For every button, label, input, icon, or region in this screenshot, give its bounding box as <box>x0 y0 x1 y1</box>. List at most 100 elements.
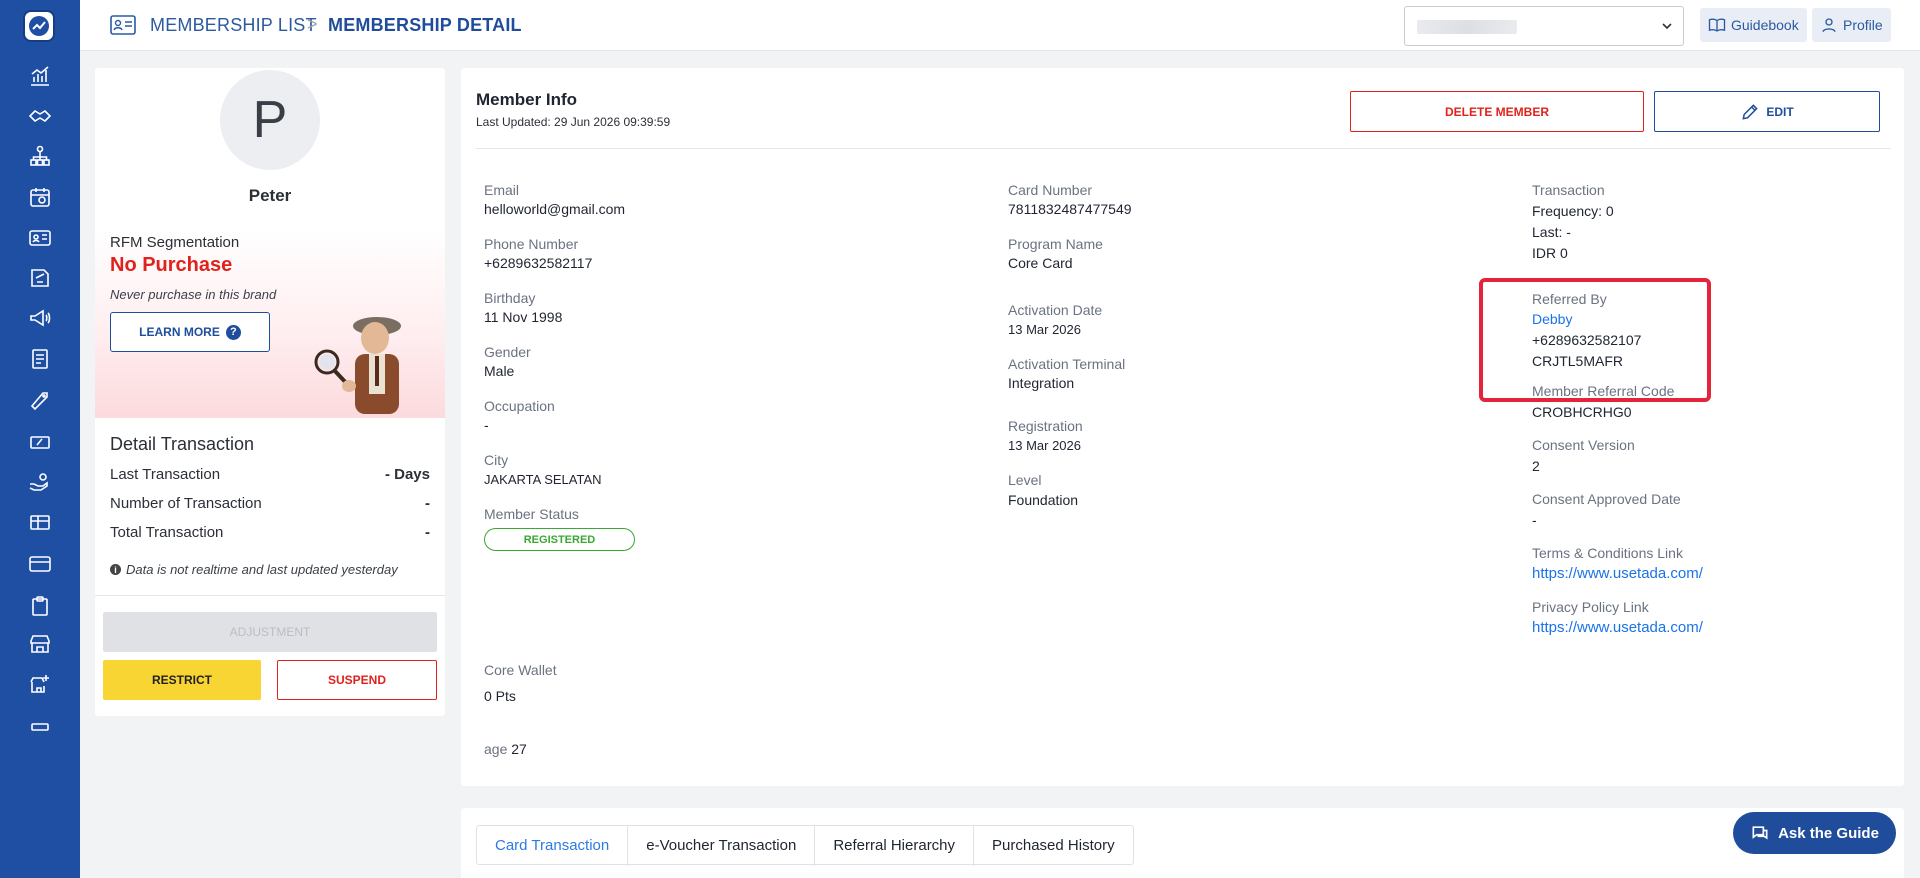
profile-button[interactable]: Profile <box>1812 8 1891 42</box>
detective-illustration <box>314 317 401 414</box>
membership-card-icon <box>110 15 136 35</box>
profile-label: Profile <box>1843 17 1883 33</box>
learn-more-button[interactable]: LEARN MORE ? <box>110 312 270 352</box>
ask-the-guide-button[interactable]: Ask the Guide <box>1733 812 1896 854</box>
edit-button[interactable]: EDIT <box>1654 91 1880 132</box>
transaction-idr: IDR 0 <box>1532 245 1568 261</box>
transaction-frequency: Frequency: 0 <box>1532 203 1614 219</box>
registration-value: 13 Mar 2026 <box>1008 438 1081 453</box>
guidebook-label: Guidebook <box>1731 17 1799 33</box>
member-info-title: Member Info <box>476 90 578 109</box>
program-name-label: Program Name <box>1008 236 1103 252</box>
gender-value: Male <box>484 363 515 379</box>
gift-card-icon[interactable] <box>26 508 54 536</box>
email-value: helloworld@gmail.com <box>484 201 626 217</box>
breadcrumb-membership-list[interactable]: MEMBERSHIP LIST <box>150 15 317 36</box>
tab-referral-hierarchy[interactable]: Referral Hierarchy <box>815 826 975 866</box>
occupation-label: Occupation <box>484 398 555 414</box>
document-icon[interactable] <box>26 345 54 373</box>
terms-link[interactable]: https://www.usetada.com/ <box>1532 565 1703 582</box>
detail-row-total-transaction: Total Transaction - <box>110 524 430 541</box>
learn-more-label: LEARN MORE <box>139 325 220 339</box>
delete-member-button[interactable]: DELETE MEMBER <box>1350 91 1644 132</box>
transaction-last: Last: - <box>1532 224 1571 240</box>
realtime-note-text: Data is not realtime and last updated ye… <box>126 562 398 577</box>
tab-e-voucher-transaction[interactable]: e-Voucher Transaction <box>628 826 816 866</box>
handshake-icon[interactable] <box>26 102 54 130</box>
member-name: Peter <box>248 186 292 205</box>
core-wallet-value: 0 Pts <box>484 688 516 704</box>
phone-label: Phone Number <box>484 236 579 252</box>
tab-bar: Card Transaction e-Voucher Transaction R… <box>476 825 1134 866</box>
city-label: City <box>484 452 509 468</box>
card-number-value: 7811832487477549 <box>1008 201 1132 217</box>
activation-terminal-value: Integration <box>1008 375 1075 391</box>
ask-the-guide-label: Ask the Guide <box>1778 824 1879 842</box>
credit-card-icon[interactable] <box>26 550 54 578</box>
store-icon[interactable] <box>26 630 54 658</box>
clipboard-icon[interactable] <box>26 592 54 620</box>
app-logo[interactable] <box>23 10 55 42</box>
referred-by-phone: +6289632582107 <box>1532 332 1642 348</box>
privacy-link[interactable]: https://www.usetada.com/ <box>1532 619 1703 636</box>
core-wallet-label: Core Wallet <box>484 662 557 678</box>
question-icon: ? <box>225 324 241 340</box>
restrict-button[interactable]: RESTRICT <box>103 660 261 700</box>
more-icon[interactable] <box>26 710 54 738</box>
privacy-link-label: Privacy Policy Link <box>1532 599 1649 615</box>
realtime-note: i Data is not realtime and last updated … <box>110 562 398 577</box>
brand-select[interactable] <box>1404 6 1684 46</box>
suspend-button[interactable]: SUSPEND <box>277 660 437 700</box>
hierarchy-icon[interactable] <box>26 142 54 170</box>
edit-label: EDIT <box>1766 104 1794 119</box>
analytics-icon[interactable] <box>26 62 54 90</box>
registration-label: Registration <box>1008 418 1083 434</box>
add-store-icon[interactable] <box>26 670 54 698</box>
detail-label: Total Transaction <box>110 524 224 541</box>
voucher-icon[interactable] <box>26 264 54 292</box>
divider <box>476 148 1891 149</box>
terms-link-label: Terms & Conditions Link <box>1532 545 1683 561</box>
activation-date-value: 13 Mar 2026 <box>1008 322 1081 337</box>
megaphone-icon[interactable] <box>26 304 54 332</box>
referred-by-code: CRJTL5MAFR <box>1532 353 1624 369</box>
city-value: JAKARTA SELATAN <box>484 472 602 487</box>
membership-card-icon[interactable] <box>26 224 54 252</box>
rfm-segmentation-box: RFM Segmentation No Purchase Never purch… <box>95 228 445 418</box>
member-referral-code-label: Member Referral Code <box>1532 383 1675 399</box>
hand-coin-icon[interactable] <box>26 468 54 496</box>
referred-by-link[interactable]: Debby <box>1532 311 1572 327</box>
detail-label: Number of Transaction <box>110 495 262 512</box>
tab-card-transaction[interactable]: Card Transaction <box>477 826 629 866</box>
detail-value: - <box>425 524 430 541</box>
detail-transaction-title: Detail Transaction <box>110 434 255 454</box>
age-value: 27 <box>511 741 527 757</box>
program-name-value: Core Card <box>1008 255 1073 271</box>
breadcrumb-membership-detail: MEMBERSHIP DETAIL <box>328 15 522 35</box>
referred-by-label: Referred By <box>1532 291 1607 307</box>
phone-value: +6289632582117 <box>484 255 593 271</box>
pencil-icon <box>1742 103 1759 120</box>
activation-terminal-label: Activation Terminal <box>1008 356 1126 372</box>
guidebook-button[interactable]: Guidebook <box>1700 8 1807 42</box>
avatar: P <box>220 70 320 170</box>
member-referral-code-value: CROBHCRHG0 <box>1532 404 1632 420</box>
sidebar <box>0 0 80 878</box>
user-icon <box>1822 18 1836 33</box>
tab-purchased-history[interactable]: Purchased History <box>974 826 1133 866</box>
consent-version-label: Consent Version <box>1532 437 1635 453</box>
calendar-icon[interactable] <box>26 183 54 211</box>
tag-icon[interactable] <box>26 387 54 415</box>
detail-label: Last Transaction <box>110 466 221 483</box>
last-updated: Last Updated: 29 Jun 2026 09:39:59 <box>476 115 671 129</box>
level-value: Foundation <box>1008 492 1079 508</box>
gender-label: Gender <box>484 344 531 360</box>
member-profile-card: P Peter RFM Segmentation No Purchase Nev… <box>95 68 445 716</box>
chevron-down-icon <box>1662 23 1672 30</box>
coupon-icon[interactable] <box>26 428 54 456</box>
detail-row-last-transaction: Last Transaction - Days <box>110 466 430 483</box>
birthday-value: 11 Nov 1998 <box>484 309 563 325</box>
rfm-label: RFM Segmentation <box>110 234 240 251</box>
age-label: age <box>484 741 508 757</box>
adjustment-button[interactable]: ADJUSTMENT <box>103 612 437 652</box>
